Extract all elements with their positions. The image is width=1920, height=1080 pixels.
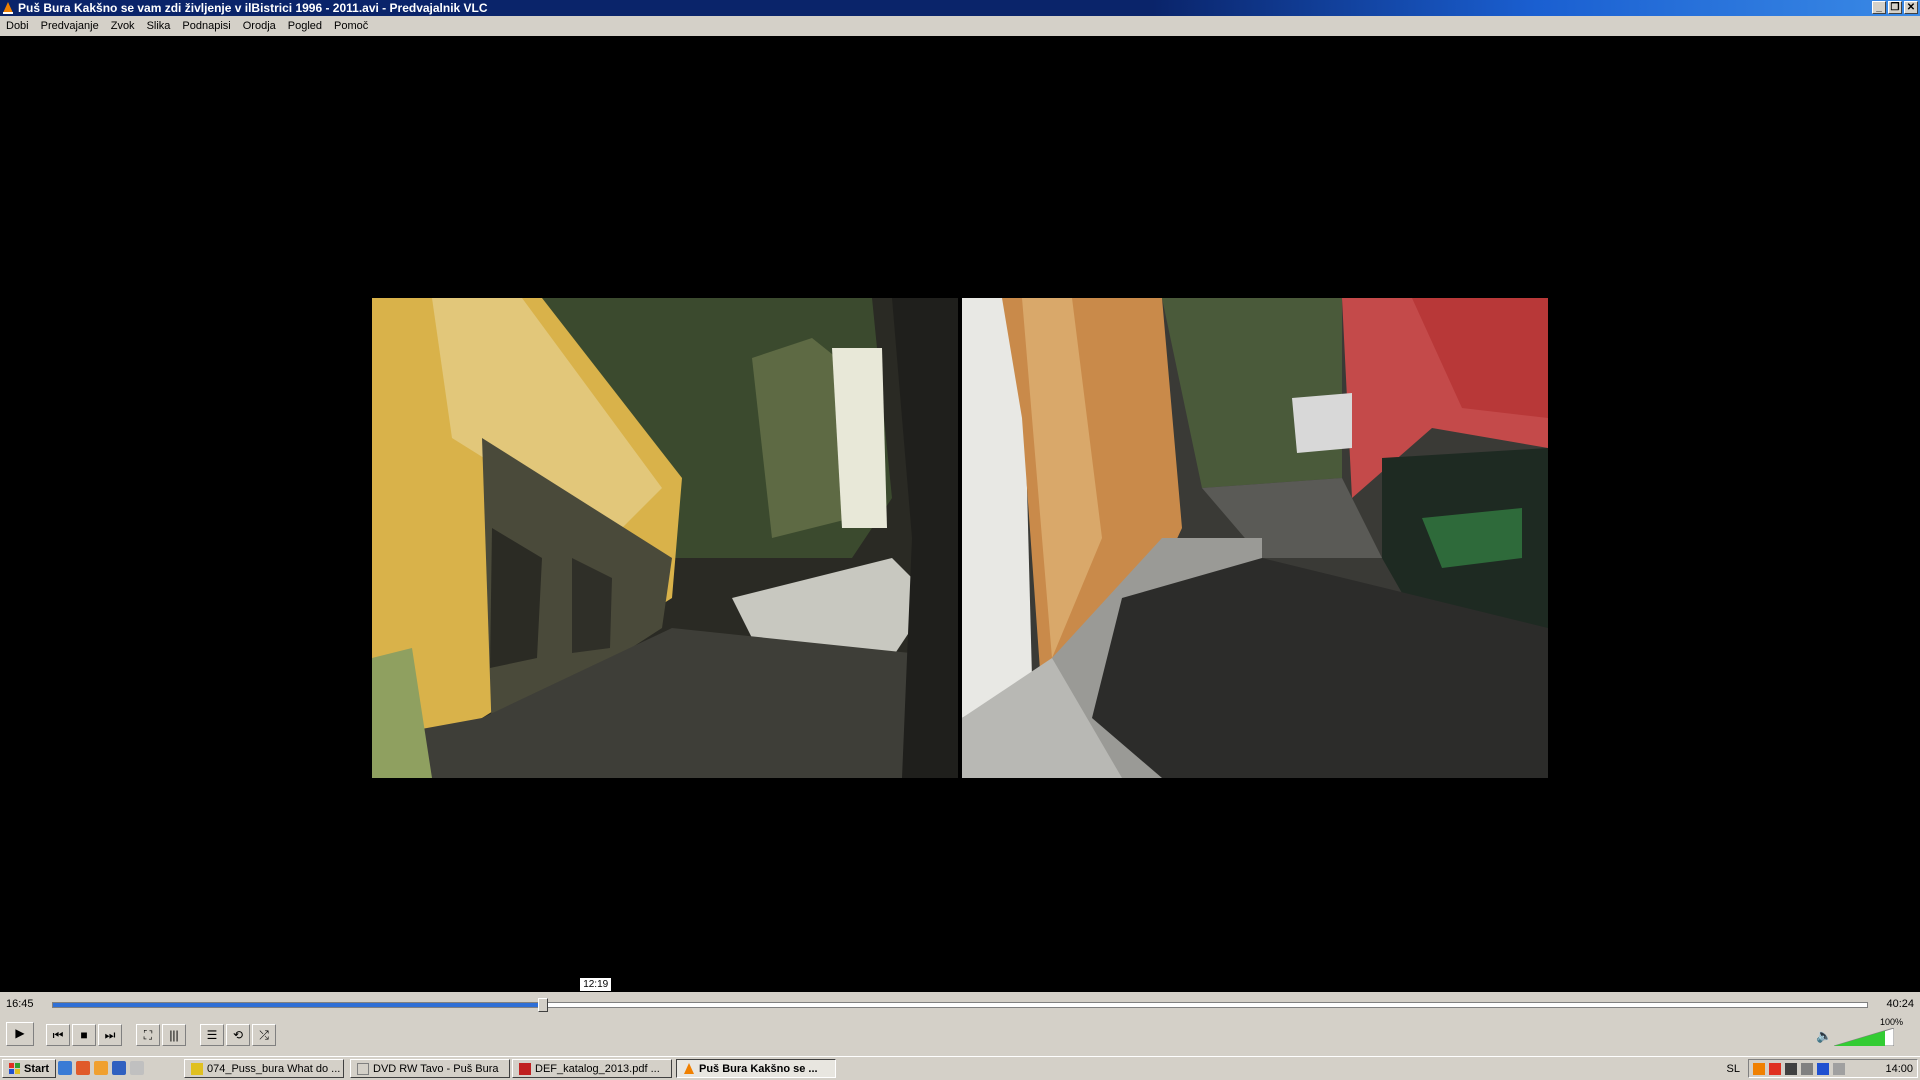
seek-slider[interactable]: 12:19 <box>52 977 1868 1012</box>
volume-percent: 100% <box>1880 1017 1904 1027</box>
start-button[interactable]: Start <box>2 1059 57 1078</box>
menu-item-video[interactable]: Slika <box>141 20 177 32</box>
next-button[interactable]: ⏭ <box>98 1024 122 1046</box>
menu-item-media[interactable]: Dobi <box>0 20 35 32</box>
fullscreen-button[interactable]: ⛶ <box>136 1024 160 1046</box>
monitor-icon[interactable] <box>1785 1062 1797 1075</box>
clock: 14:00 <box>1885 1062 1913 1075</box>
title-bar: Puš Bura Kakšno se vam zdi življenje v i… <box>0 0 1920 16</box>
speaker-icon[interactable]: 🔈 <box>1816 1028 1832 1044</box>
pdf-icon <box>519 1062 531 1075</box>
speaker-tray-icon[interactable] <box>1833 1062 1845 1075</box>
browser-icon[interactable] <box>76 1061 90 1075</box>
windows-logo-icon <box>9 1062 20 1074</box>
video-frame-right <box>962 298 1548 778</box>
quick-launch <box>58 1061 144 1075</box>
taskbar: Start 074_Puss_bura What do ... DVD RW T… <box>0 1056 1920 1080</box>
seek-progress-fill <box>53 1003 543 1007</box>
restore-button[interactable]: ❐ <box>1888 1 1902 14</box>
window-title: Puš Bura Kakšno se vam zdi življenje v i… <box>18 1 488 15</box>
menu-item-tools[interactable]: Orodja <box>237 20 282 32</box>
folder-icon[interactable] <box>94 1061 108 1075</box>
menu-item-audio[interactable]: Zvok <box>105 20 141 32</box>
language-indicator[interactable]: SL <box>1727 1063 1740 1075</box>
random-button[interactable]: ⤮ <box>252 1024 276 1046</box>
previous-button[interactable]: ⏮ <box>46 1024 70 1046</box>
play-button[interactable]: ▶ <box>6 1022 34 1046</box>
security-icon[interactable] <box>1769 1062 1781 1075</box>
total-time: 40:24 <box>1886 998 1914 1010</box>
close-button[interactable]: ✕ <box>1904 1 1918 14</box>
window-buttons: _ ❐ ✕ <box>1872 1 1918 14</box>
control-bar: ▶ ⏮ ■ ⏭ ⛶ ||| ☰ ⟲ ⤮ 🔈 100% <box>0 1016 1920 1056</box>
video-area[interactable] <box>0 36 1920 992</box>
network-icon[interactable] <box>1801 1062 1813 1075</box>
menu-bar: Dobi Predvajanje Zvok Slika Podnapisi Or… <box>0 16 1920 36</box>
vlc-cone-icon <box>684 1062 694 1074</box>
stop-button[interactable]: ■ <box>72 1024 96 1046</box>
desktop-icon[interactable] <box>58 1061 72 1075</box>
loop-button[interactable]: ⟲ <box>226 1024 250 1046</box>
video-frame-left <box>372 298 958 778</box>
taskbar-item-vlc[interactable]: Puš Bura Kakšno se ... <box>676 1059 836 1078</box>
menu-item-view[interactable]: Pogled <box>282 20 328 32</box>
playlist-button[interactable]: ☰ <box>200 1024 224 1046</box>
taskbar-item-3[interactable]: DEF_katalog_2013.pdf ... <box>512 1059 672 1078</box>
menu-item-playback[interactable]: Predvajanje <box>35 20 105 32</box>
seek-row: 16:45 12:19 40:24 <box>0 977 1920 1016</box>
menu-item-subtitles[interactable]: Podnapisi <box>176 20 236 32</box>
seek-tooltip: 12:19 <box>579 977 613 992</box>
system-tray: 14:00 <box>1748 1059 1918 1078</box>
ie-icon[interactable] <box>112 1061 126 1075</box>
taskbar-item-2[interactable]: DVD RW Tavo - Puš Bura <box>350 1059 510 1078</box>
elapsed-time: 16:45 <box>6 998 34 1010</box>
vlc-tray-icon[interactable] <box>1753 1062 1765 1075</box>
drive-icon <box>357 1062 369 1075</box>
app-icon[interactable] <box>130 1061 144 1075</box>
taskbar-item-1[interactable]: 074_Puss_bura What do ... <box>184 1059 344 1078</box>
start-label: Start <box>24 1062 50 1075</box>
menu-item-help[interactable]: Pomoč <box>328 20 374 32</box>
volume-slider[interactable] <box>1834 1028 1894 1046</box>
extended-settings-button[interactable]: ||| <box>162 1024 186 1046</box>
vlc-cone-icon <box>0 0 16 16</box>
document-icon <box>191 1062 203 1075</box>
bluetooth-icon[interactable] <box>1817 1062 1829 1075</box>
minimize-button[interactable]: _ <box>1872 1 1886 14</box>
seek-handle[interactable] <box>537 998 548 1012</box>
